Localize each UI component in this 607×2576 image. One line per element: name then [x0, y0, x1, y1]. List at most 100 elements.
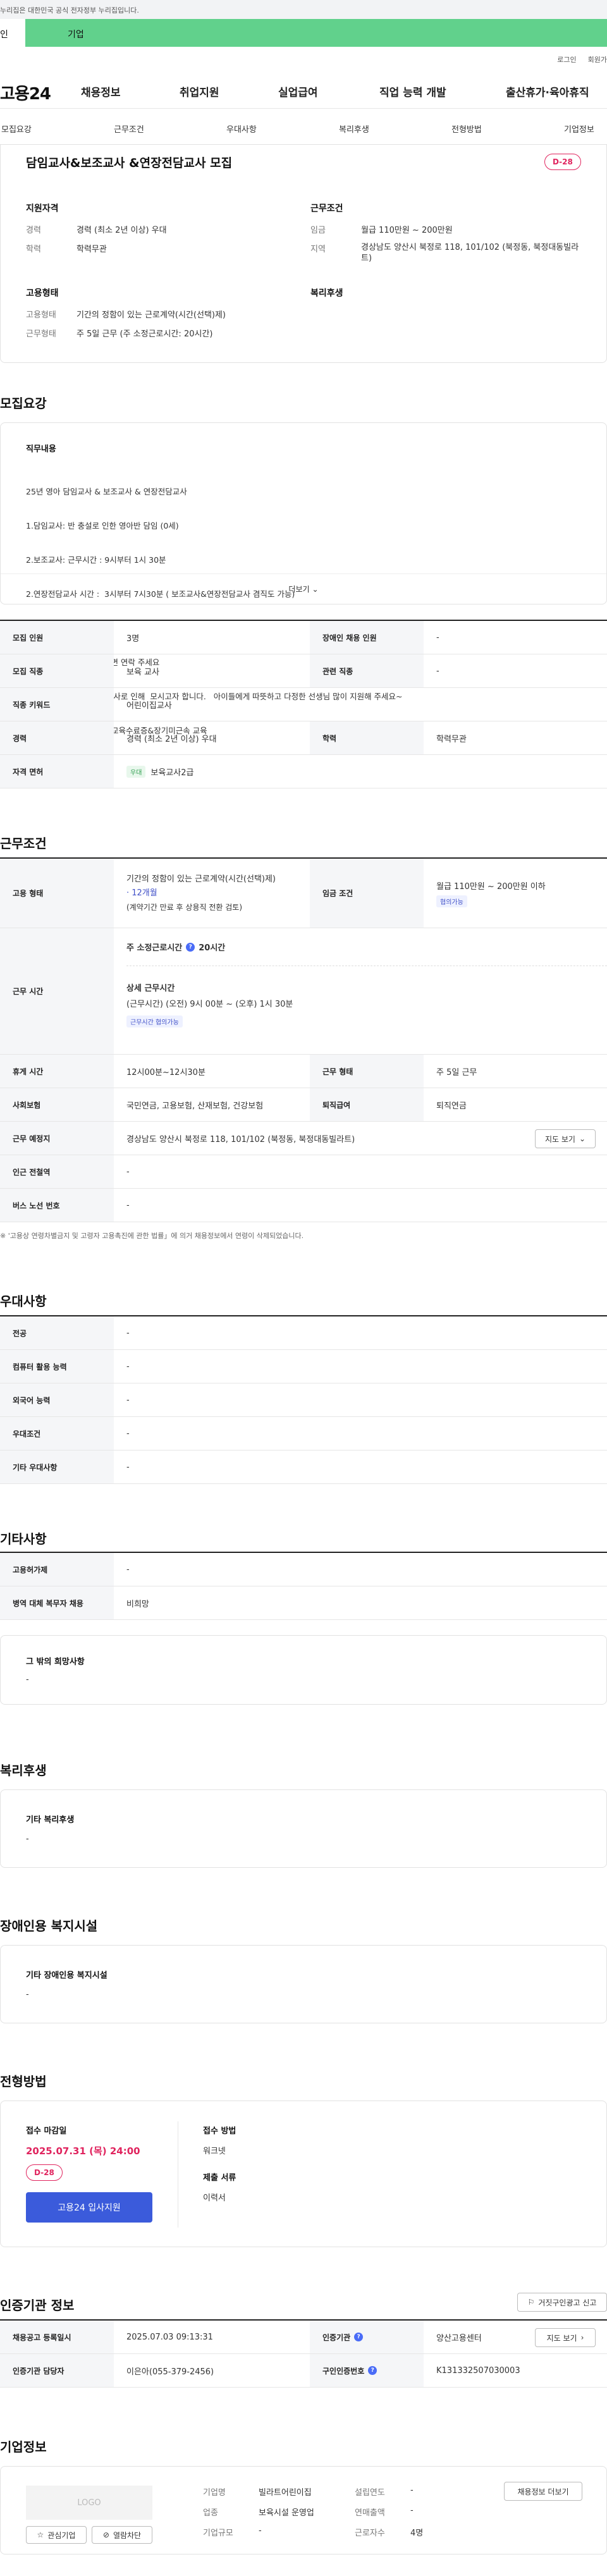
row-label: 경력: [0, 721, 114, 754]
disabled-card: 기타 장애인용 복지시설 -: [0, 1945, 607, 2023]
row-value: 국민연금, 고용보험, 산재보험, 건강보험: [126, 1101, 264, 1111]
row-label: 인근 전철역: [0, 1155, 114, 1188]
fav-company-button[interactable]: ☆ 관심기업: [26, 2526, 87, 2544]
deadline-heading: 접수 마감일: [26, 2126, 67, 2136]
pref-section-title: 우대사항: [0, 1294, 47, 1309]
cond-heading: 근무조건: [310, 204, 343, 214]
table-row: 고용 형태 기간의 정함이 있는 근로계약(시간(선택)제) · 12개월 (계…: [0, 859, 607, 928]
section-anchor-tabs: 모집요강 근무조건 우대사항 복리후생 전형방법 기업정보: [0, 109, 607, 149]
row-value: 퇴직연금: [436, 1101, 467, 1111]
disabled-section-title: 장애인용 복지시설: [0, 1918, 98, 1934]
row-value: 주 5일 근무: [436, 1067, 477, 1077]
industry-label: 업종: [203, 2508, 218, 2518]
row-label: 모집 인원: [0, 621, 114, 654]
gnb-item-employment-support[interactable]: 취업지원: [180, 83, 219, 99]
worktype-label: 근무형태: [26, 329, 56, 339]
report-button[interactable]: ⚐ 거짓구인광고 신고: [517, 2293, 607, 2312]
anchor-pref[interactable]: 우대사항: [226, 123, 257, 135]
row-value: -: [126, 1167, 130, 1177]
row-label: 장애인 채용 인원: [310, 621, 424, 654]
company-card: LOGO ☆ 관심기업 ⊘ 열람차단 기업명 빌라트어린이집 업종 보육시설 운…: [0, 2466, 607, 2555]
emp-value: 기간의 정함이 있는 근로계약(시간(선택)제): [77, 310, 226, 320]
welfare-heading: 복리후생: [310, 288, 343, 298]
table-row: 버스 노선 번호 -: [0, 1189, 607, 1222]
anchor-welfare[interactable]: 복리후생: [339, 123, 369, 135]
emp-label: 고용형태: [26, 310, 56, 320]
method-heading: 접수 방법: [203, 2126, 236, 2136]
site-logo[interactable]: 고용24: [0, 81, 78, 104]
more-jobs-button[interactable]: 채용정보 더보기: [504, 2482, 582, 2501]
row-label: 모집 직종: [0, 654, 114, 687]
tab-company[interactable]: 기업: [25, 19, 607, 47]
row-value: K131332507030003: [436, 2365, 520, 2376]
row-value: 우대 보육교사2급: [114, 755, 607, 788]
row-label: 기타 우대사항: [0, 1451, 114, 1483]
anchor-company[interactable]: 기업정보: [564, 123, 594, 135]
block-company-button[interactable]: ⊘ 열람차단: [92, 2526, 152, 2544]
report-icon: ⚐: [527, 2298, 535, 2307]
wage-range: 월급 110만원 ~ 200만원 이하: [436, 881, 546, 892]
signup-link[interactable]: 회원가: [588, 54, 607, 71]
apply-button[interactable]: 고용24 입사지원: [26, 2192, 152, 2223]
gnb-item-jobs[interactable]: 채용정보: [81, 83, 121, 99]
duty-line: 25년 영아 담임교사 & 보조교사 & 연장전담교사: [26, 487, 187, 496]
job-summary-card: 담임교사&보조교사 &연장전담교사 모집 D-28 지원자격 경력 경력 (최소…: [0, 144, 607, 363]
disabled-heading: 기타 장애인용 복지시설: [26, 1971, 107, 1980]
row-value: 이은아(055-379-2456): [126, 2367, 214, 2377]
table-row: 전공 -: [0, 1316, 607, 1350]
selection-dday-badge: D-28: [26, 2164, 63, 2181]
map-button[interactable]: 지도 보기 ⌄: [535, 1129, 596, 1148]
age-note: ※ '고용상 연령차별금지 및 고령자 고용촉진에 관한 법률」에 의거 채용정…: [0, 1232, 304, 1240]
row-value: 기간의 정함이 있는 근로계약(시간(선택)제) · 12개월 (계약기간 만료…: [114, 859, 310, 928]
agency-map-button[interactable]: 지도 보기 ›: [535, 2328, 596, 2347]
row-value: -: [436, 666, 439, 676]
gnb-item-unemployment[interactable]: 실업급여: [278, 83, 318, 99]
info-icon[interactable]: ?: [186, 942, 195, 952]
table-row: 사회보험 국민연금, 고용보험, 산재보험, 건강보험 퇴직급여 퇴직연금: [0, 1088, 607, 1122]
wage-label: 임금: [310, 226, 326, 235]
row-value: -: [436, 632, 439, 642]
gnb-item-training[interactable]: 직업 능력 개발: [379, 83, 446, 99]
row-label: 우대조건: [0, 1417, 114, 1450]
contract-period: · 12개월: [126, 888, 157, 898]
etc-section-title: 기타사항: [0, 1531, 47, 1547]
duty-line: 1.담임교사: 반 충설로 인한 영아반 담임 (0세): [26, 521, 179, 531]
row-label: 휴게 시간: [0, 1055, 114, 1088]
table-row: 직종 키워드 어린이집교사: [0, 688, 607, 721]
login-link[interactable]: 로그인: [557, 54, 576, 71]
fav-label: 관심기업: [47, 2530, 76, 2540]
wage-value: 월급 110만원 ~ 200만원: [361, 226, 453, 235]
anchor-work[interactable]: 근무조건: [114, 123, 144, 135]
agency-map-label: 지도 보기: [546, 2333, 577, 2343]
row-label: 근무 예정지: [0, 1122, 114, 1155]
deadline-value: 2025.07.31 (목) 24:00: [26, 2145, 140, 2157]
main-content: 담임교사&보조교사 &연장전담교사 모집 D-28 지원자격 경력 경력 (최소…: [0, 144, 607, 2573]
table-row: 근무 예정지 경상남도 양산시 북정로 118, 101/102 (북정동, 북…: [0, 1122, 607, 1155]
revenue-label: 연매출액: [355, 2508, 385, 2518]
table-row: 채용공고 등록일시 2025.07.03 09:13:31 인증기관 ? 양산고…: [0, 2321, 607, 2354]
gnb-item-leave[interactable]: 출산휴가·육아휴직: [506, 83, 589, 99]
tab-person[interactable]: 인: [0, 19, 25, 47]
row-label: 직종 키워드: [0, 688, 114, 721]
row-label: 구인인증번호 ?: [310, 2354, 424, 2387]
table-row: 기타 우대사항 -: [0, 1451, 607, 1484]
info-icon[interactable]: ?: [354, 2333, 364, 2341]
table-row: 경력 경력 (최소 2년 이상) 우대 학력 학력무관: [0, 721, 607, 755]
gov-banner: 누리집은 대한민국 공식 전자정부 누리집입니다.: [0, 0, 607, 19]
weekly-hours-value: 20시간: [199, 943, 226, 953]
row-label: 고용 형태: [0, 859, 114, 928]
revenue-value: -: [410, 2506, 414, 2515]
row-label: 관련 직종: [310, 654, 424, 687]
table-row: 휴게 시간 12시00분~12시30분 근무 형태 주 5일 근무: [0, 1055, 607, 1088]
info-icon[interactable]: ?: [368, 2366, 377, 2375]
region-value: 경상남도 양산시 북정로 118, 101/102 (북정동, 북정대동빌라트): [361, 243, 579, 263]
other-hope-value: -: [26, 1675, 29, 1684]
anchor-recruit[interactable]: 모집요강: [1, 123, 32, 135]
row-value: 어린이집교사: [126, 701, 172, 711]
more-button[interactable]: 더보기 ⌄: [1, 573, 606, 604]
table-row: 고용허가제 -: [0, 1553, 607, 1586]
row-value: 경력 (최소 2년 이상) 우대: [126, 734, 217, 744]
method-value: 워크넷: [203, 2147, 226, 2156]
block-label: 열람차단: [113, 2530, 142, 2540]
anchor-selection[interactable]: 전형방법: [451, 123, 482, 135]
